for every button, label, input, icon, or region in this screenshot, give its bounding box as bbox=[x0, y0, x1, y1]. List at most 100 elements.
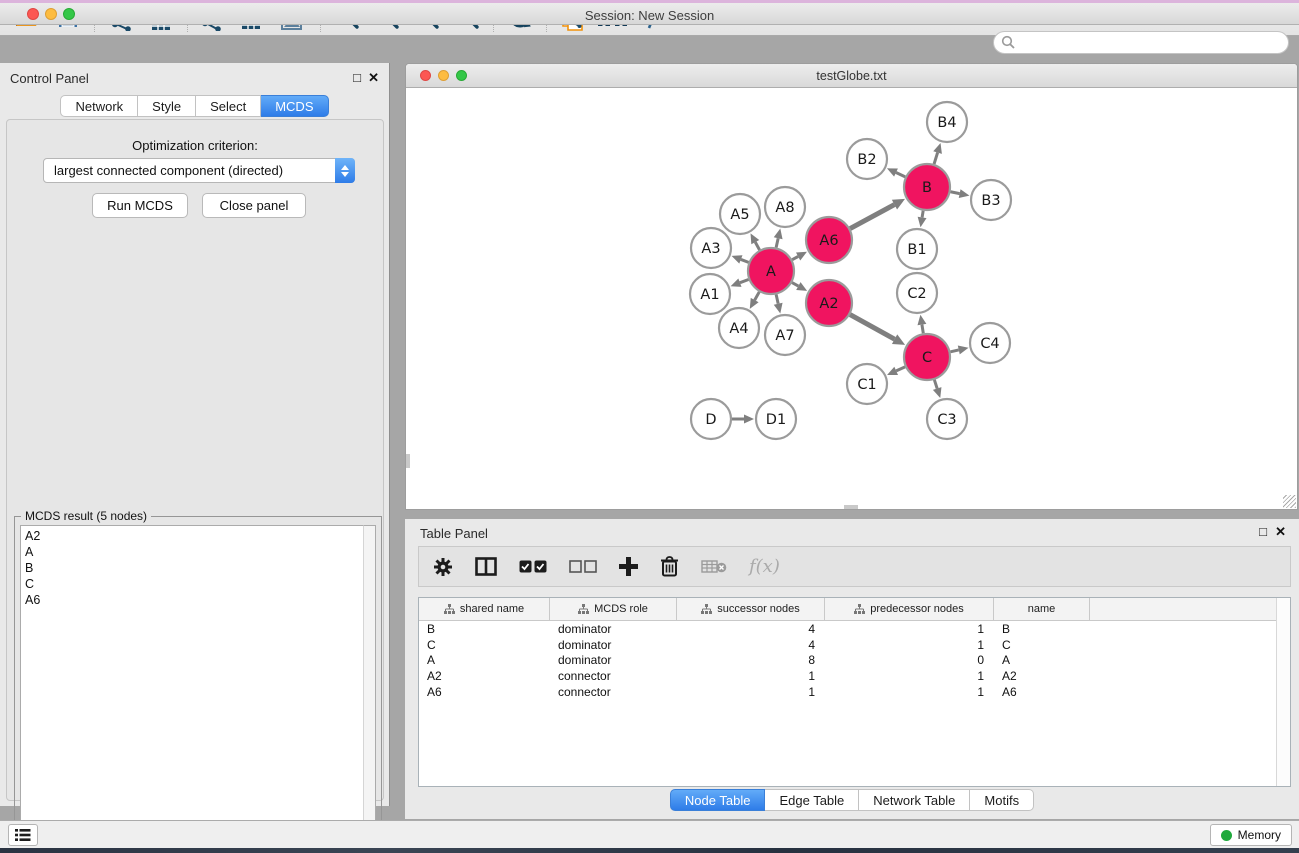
graph-edge-C-C4[interactable] bbox=[950, 350, 958, 352]
table-panel-title: Table Panel bbox=[420, 526, 488, 541]
graph-edge-C-C1[interactable] bbox=[896, 367, 905, 371]
close-table-panel-icon[interactable]: ✕ bbox=[1275, 525, 1286, 538]
table-cell[interactable]: 4 bbox=[677, 638, 825, 652]
table-row[interactable]: A6connector11A6 bbox=[419, 684, 1290, 700]
table-cell[interactable]: connector bbox=[550, 685, 677, 699]
tab-select[interactable]: Select bbox=[196, 95, 261, 117]
mcds-result-list[interactable]: A2ABCA6 bbox=[20, 525, 363, 851]
table-cell[interactable]: A6 bbox=[419, 685, 550, 699]
table-cell[interactable]: A bbox=[994, 653, 1090, 667]
table-cell[interactable]: A2 bbox=[994, 669, 1090, 683]
graph-node-label: A bbox=[766, 264, 776, 280]
memory-label: Memory bbox=[1238, 828, 1281, 842]
table-cell[interactable]: A2 bbox=[419, 669, 550, 683]
unchecked-boxes-icon[interactable] bbox=[569, 560, 597, 573]
tab-node-table[interactable]: Node Table bbox=[670, 789, 766, 811]
table-cell[interactable]: dominator bbox=[550, 653, 677, 667]
trash-icon[interactable] bbox=[660, 556, 679, 577]
graph-edge-A-A3[interactable] bbox=[741, 259, 749, 262]
float-table-panel-icon[interactable]: □ bbox=[1259, 525, 1267, 538]
result-item[interactable]: B bbox=[25, 560, 363, 576]
tab-network-table[interactable]: Network Table bbox=[859, 789, 970, 811]
table-cell[interactable]: 0 bbox=[825, 653, 994, 667]
graph-node-label: C bbox=[922, 350, 932, 366]
run-mcds-button[interactable]: Run MCDS bbox=[92, 193, 188, 218]
result-item[interactable]: A bbox=[25, 544, 363, 560]
float-panel-icon[interactable]: □ bbox=[353, 71, 361, 84]
graph-edge-A-A2[interactable] bbox=[792, 283, 798, 286]
close-panel-icon[interactable]: ✕ bbox=[368, 71, 379, 84]
table-cell[interactable]: B bbox=[994, 622, 1090, 636]
table-cell[interactable]: A bbox=[419, 653, 550, 667]
tab-style[interactable]: Style bbox=[138, 95, 196, 117]
result-item[interactable]: A2 bbox=[25, 528, 363, 544]
tab-motifs[interactable]: Motifs bbox=[970, 789, 1034, 811]
graph-edge-A-A5[interactable] bbox=[755, 242, 759, 250]
add-icon[interactable] bbox=[619, 557, 638, 576]
checked-boxes-icon[interactable] bbox=[519, 560, 547, 573]
search-input[interactable] bbox=[993, 31, 1289, 54]
table-row[interactable]: Bdominator41B bbox=[419, 621, 1290, 637]
table-cell[interactable]: 1 bbox=[677, 669, 825, 683]
column-header-successor-nodes[interactable]: successor nodes bbox=[677, 598, 825, 620]
table-cell[interactable]: 4 bbox=[677, 622, 825, 636]
table-cell[interactable]: 8 bbox=[677, 653, 825, 667]
column-label: predecessor nodes bbox=[870, 603, 964, 615]
memory-button[interactable]: Memory bbox=[1210, 824, 1292, 846]
tab-edge-table[interactable]: Edge Table bbox=[765, 789, 859, 811]
table-cell[interactable]: dominator bbox=[550, 622, 677, 636]
network-window-titlebar[interactable]: testGlobe.txt bbox=[406, 64, 1297, 88]
result-scrollbar[interactable] bbox=[363, 525, 376, 851]
graph-edge-C-C2[interactable] bbox=[922, 325, 923, 334]
result-item[interactable]: A6 bbox=[25, 592, 363, 608]
table-cell[interactable]: connector bbox=[550, 669, 677, 683]
column-header-shared-name[interactable]: shared name bbox=[419, 598, 550, 620]
table-toolbar: f(x) bbox=[418, 546, 1291, 587]
table-cell[interactable]: B bbox=[419, 622, 550, 636]
table-cell[interactable]: 1 bbox=[677, 685, 825, 699]
table-cell[interactable]: C bbox=[994, 638, 1090, 652]
control-panel-title: Control Panel bbox=[10, 71, 89, 86]
graph-edge-C-C3[interactable] bbox=[934, 380, 937, 389]
column-header-name[interactable]: name bbox=[994, 598, 1090, 620]
graph-edge-A-A6[interactable] bbox=[792, 256, 798, 259]
edge-arrowhead bbox=[744, 415, 754, 424]
column-label: successor nodes bbox=[717, 603, 800, 615]
result-item[interactable]: C bbox=[25, 576, 363, 592]
table-cell[interactable]: C bbox=[419, 638, 550, 652]
graph-edge-A-A1[interactable] bbox=[740, 279, 749, 282]
graph-edge-B-B3[interactable] bbox=[951, 192, 960, 194]
columns-icon[interactable] bbox=[475, 557, 497, 576]
tab-network[interactable]: Network bbox=[60, 95, 138, 117]
graph-edge-A6-B[interactable] bbox=[850, 205, 894, 229]
close-panel-button[interactable]: Close panel bbox=[202, 193, 306, 218]
table-cell[interactable]: dominator bbox=[550, 638, 677, 652]
graph-edge-B-B4[interactable] bbox=[934, 153, 938, 164]
criterion-dropdown[interactable]: largest connected component (directed) bbox=[43, 158, 355, 183]
table-cell[interactable]: 1 bbox=[825, 622, 994, 636]
title-bar: Session: New Session bbox=[0, 3, 1299, 25]
graph-edge-B-B2[interactable] bbox=[896, 173, 905, 177]
tab-mcds[interactable]: MCDS bbox=[261, 95, 328, 117]
graph-edge-A2-C[interactable] bbox=[850, 315, 895, 340]
table-cell[interactable]: A6 bbox=[994, 685, 1090, 699]
column-header-MCDS-role[interactable]: MCDS role bbox=[550, 598, 677, 620]
graph-node-label: B1 bbox=[907, 242, 926, 258]
table-row[interactable]: Adominator80A bbox=[419, 653, 1290, 669]
table-cell[interactable]: 1 bbox=[825, 638, 994, 652]
network-canvas[interactable]: B4B2BB3A8A5A6A3B1AC2A1A2A4A7C4CC1C3DD1 bbox=[406, 89, 1297, 509]
task-history-button[interactable] bbox=[8, 824, 38, 846]
table-cell[interactable]: 1 bbox=[825, 669, 994, 683]
graph-edge-A-A4[interactable] bbox=[755, 292, 760, 300]
graph-node-label: B3 bbox=[981, 193, 1000, 209]
column-header-predecessor-nodes[interactable]: predecessor nodes bbox=[825, 598, 994, 620]
table-scrollbar[interactable] bbox=[1276, 598, 1290, 786]
table-row[interactable]: A2connector11A2 bbox=[419, 668, 1290, 684]
graph-edge-A-A7[interactable] bbox=[776, 294, 778, 303]
table-row[interactable]: Cdominator41C bbox=[419, 637, 1290, 653]
graph-edge-B-B1[interactable] bbox=[922, 211, 923, 218]
resize-grip-icon[interactable] bbox=[1283, 495, 1296, 508]
gear-icon[interactable] bbox=[433, 557, 453, 577]
graph-edge-A-A8[interactable] bbox=[776, 238, 778, 247]
table-cell[interactable]: 1 bbox=[825, 685, 994, 699]
